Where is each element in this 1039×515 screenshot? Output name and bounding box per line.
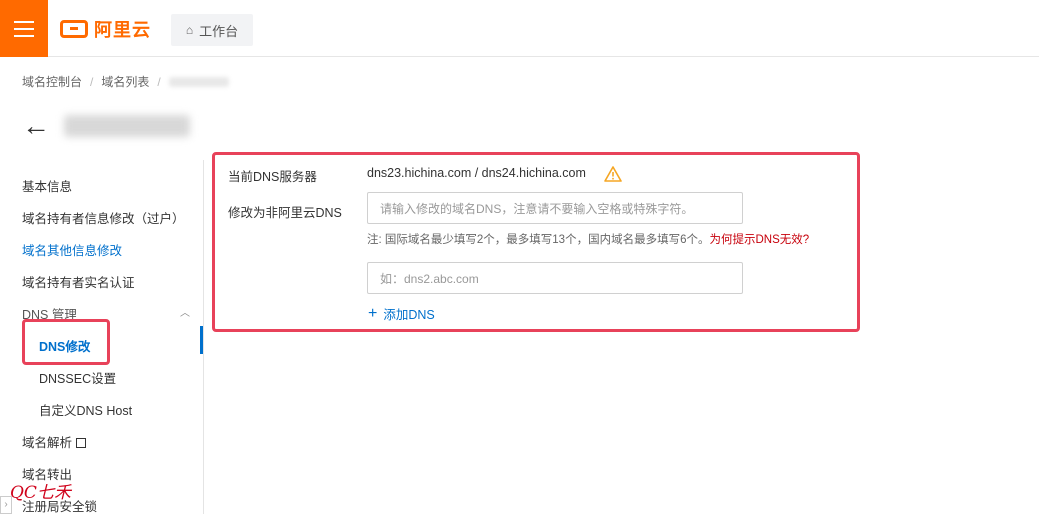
workbench-button[interactable]: ⌂ 工作台: [171, 14, 253, 46]
current-dns-label: 当前DNS服务器: [228, 170, 317, 184]
page-header: ←: [22, 112, 190, 140]
modify-dns-label: 修改为非阿里云DNS: [228, 206, 342, 220]
aliyun-logo[interactable]: 阿里云: [60, 16, 151, 42]
breadcrumb: 域名控制台 / 域名列表 /: [22, 73, 229, 90]
workbench-label: 工作台: [199, 23, 239, 39]
sidebar-item-basic-info[interactable]: 基本信息: [22, 176, 72, 195]
dns-input-1[interactable]: 请输入修改的域名DNS，注意请不要输入空格或特殊字符。: [367, 192, 743, 224]
external-link-icon: [76, 438, 87, 448]
menu-icon[interactable]: [0, 0, 48, 57]
breadcrumb-domain-list[interactable]: 域名列表: [101, 73, 149, 90]
breadcrumb-domain-redacted: [168, 76, 229, 87]
dns-note-text: 注: 国际域名最少填写2个，最多填写13个，国内域名最多填写6个。: [367, 234, 710, 246]
sidebar-item-holder-change[interactable]: 域名持有者信息修改（过户）: [22, 208, 185, 227]
home-icon: ⌂: [185, 23, 194, 37]
dns-invalid-help-link[interactable]: 为何提示DNS无效?: [709, 234, 809, 246]
sidebar-item-other-info[interactable]: 域名其他信息修改: [22, 240, 122, 259]
domain-name-redacted: [64, 115, 190, 137]
sidebar-item-dns-resolve[interactable]: 域名解析: [22, 432, 87, 451]
logo-text: 阿里云: [94, 20, 151, 40]
sidebar-item-dns-resolve-label: 域名解析: [22, 436, 73, 450]
warning-icon[interactable]: [604, 166, 622, 182]
add-dns-label: 添加DNS: [383, 308, 435, 322]
add-dns-button[interactable]: + 添加DNS: [368, 304, 435, 323]
chevron-up-icon[interactable]: ︿: [180, 304, 190, 319]
top-bar: 阿里云 ⌂ 工作台: [0, 0, 1039, 57]
breadcrumb-separator: /: [90, 74, 94, 89]
dns-input-2[interactable]: 如：dns2.abc.com: [367, 262, 743, 294]
collapse-handle[interactable]: ›: [0, 496, 12, 514]
highlight-box-sidebar: [22, 319, 110, 365]
breadcrumb-domain-console[interactable]: 域名控制台: [22, 73, 82, 90]
logo-mark-icon: [60, 20, 88, 38]
back-arrow-icon[interactable]: ←: [22, 112, 50, 140]
dns-note: 注: 国际域名最少填写2个，最多填写13个，国内域名最多填写6个。为何提示DNS…: [367, 231, 809, 247]
sidebar-item-dnssec[interactable]: DNSSEC设置: [39, 368, 116, 387]
sidebar-item-custom-dns-host[interactable]: 自定义DNS Host: [39, 400, 132, 419]
breadcrumb-separator: /: [157, 74, 161, 89]
plus-icon: +: [368, 304, 378, 322]
active-indicator: [200, 326, 203, 354]
sidebar-item-realname-auth[interactable]: 域名持有者实名认证: [22, 272, 135, 291]
current-dns-value: dns23.hichina.com / dns24.hichina.com: [367, 166, 586, 180]
watermark-logo: QC七禾: [10, 483, 71, 503]
